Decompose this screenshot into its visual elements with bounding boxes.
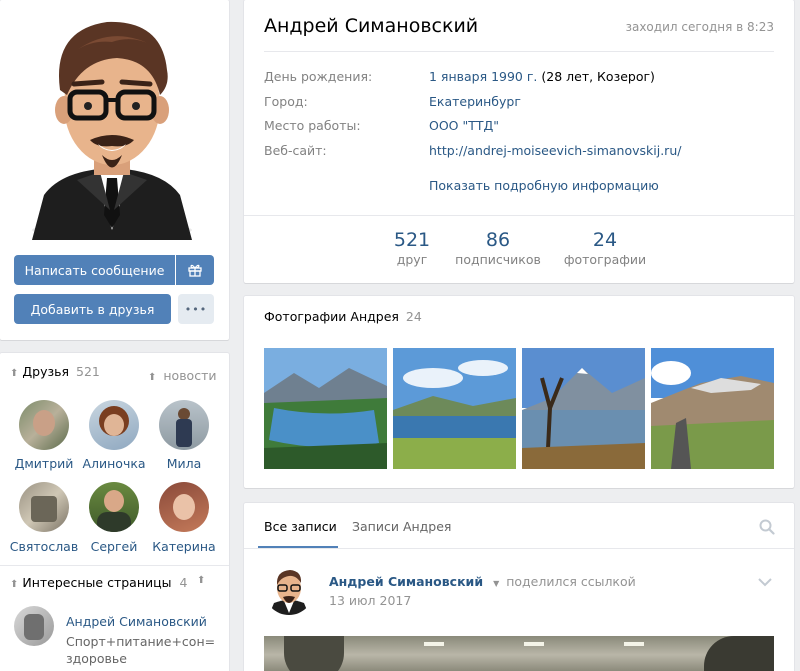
- friend-avatar-katerina[interactable]: [159, 482, 209, 532]
- friends-card: ⬆ Друзья 521 ⬆ новости Дмитрий Алиночка …: [0, 353, 229, 671]
- gift-button[interactable]: [176, 255, 214, 285]
- work-link[interactable]: ООО "ТТД": [429, 118, 499, 133]
- post-menu-chevron-icon[interactable]: [757, 575, 773, 590]
- post-author-link[interactable]: Андрей Симановский: [329, 574, 483, 589]
- friend-avatar-dmitry[interactable]: [19, 400, 69, 450]
- pages-header[interactable]: ⬆ Интересные страницы 4: [10, 575, 187, 590]
- counter-number: 521: [393, 229, 431, 251]
- friend-name-alinochka[interactable]: Алиночка: [77, 456, 151, 471]
- friend-name-sergey[interactable]: Сергей: [77, 539, 151, 554]
- friends-header[interactable]: ⬆ Друзья 521: [10, 364, 100, 379]
- info-key: Город:: [264, 94, 308, 109]
- page-description: Спорт+питание+сон=здоровье: [66, 634, 216, 666]
- post-header: Андрей Симановский ▼ поделился ссылкой: [329, 574, 636, 589]
- friend-avatar-svyatoslav[interactable]: [19, 482, 69, 532]
- info-key: Место работы:: [264, 118, 361, 133]
- photo-thumbnail[interactable]: [393, 348, 516, 469]
- divider: [244, 548, 794, 549]
- photo-thumbnail[interactable]: [651, 348, 774, 469]
- avatar-card: Написать сообщение Добавить в друзья •••: [0, 0, 229, 340]
- photo-thumbnail[interactable]: [264, 348, 387, 469]
- birthday-link[interactable]: 1 января 1990 г.: [429, 69, 537, 84]
- post-attachment-image[interactable]: [264, 636, 774, 671]
- photo-image: [522, 348, 645, 469]
- friend-name-mila[interactable]: Мила: [147, 456, 221, 471]
- divider: [0, 565, 229, 566]
- more-actions-button[interactable]: •••: [178, 294, 214, 324]
- friend-name-katerina[interactable]: Катерина: [147, 539, 221, 554]
- search-icon[interactable]: [759, 519, 775, 538]
- post-date[interactable]: 13 июл 2017: [329, 593, 411, 608]
- tab-all-posts[interactable]: Все записи: [264, 519, 337, 534]
- info-key: Веб-сайт:: [264, 143, 327, 158]
- photos-count: 24: [405, 309, 422, 324]
- info-key: День рождения:: [264, 69, 373, 84]
- photo-thumbnail[interactable]: [522, 348, 645, 469]
- pages-count: 4: [179, 575, 188, 590]
- tab-own-posts[interactable]: Записи Андрея: [352, 519, 451, 534]
- divider: [244, 215, 794, 216]
- add-friend-button[interactable]: Добавить в друзья: [14, 294, 171, 324]
- profile-info-card: Андрей Симановский заходил сегодня в 8:2…: [244, 0, 794, 283]
- counter-label: подписчиков: [455, 252, 541, 267]
- friends-news-label: новости: [163, 368, 217, 383]
- friends-news-link[interactable]: ⬆ новости: [148, 368, 217, 383]
- website-link[interactable]: http://andrej-moiseevich-simanovskij.ru/: [429, 143, 681, 158]
- friend-avatar-sergey[interactable]: [89, 482, 139, 532]
- dropdown-triangle-icon: ▼: [493, 579, 500, 588]
- photo-image: [393, 348, 516, 469]
- birthday-detail: (28 лет, Козерог): [537, 69, 655, 84]
- city-link[interactable]: Екатеринбург: [429, 94, 521, 109]
- photo-image: [651, 348, 774, 469]
- pages-title: Интересные страницы: [22, 575, 172, 590]
- avatar-illustration: [32, 21, 192, 240]
- divider: [264, 51, 774, 52]
- photo-image: [264, 348, 387, 469]
- photos-header[interactable]: Фотографии Андрея 24: [264, 309, 422, 324]
- arrow-up-icon: ⬆: [148, 372, 157, 383]
- counter-friends[interactable]: 521 друг: [362, 229, 462, 267]
- post-author-avatar[interactable]: [264, 565, 314, 615]
- collapse-arrow-icon: ⬆: [10, 368, 19, 379]
- info-value: 1 января 1990 г. (28 лет, Козерог): [429, 69, 655, 84]
- friend-avatar-mila[interactable]: [159, 400, 209, 450]
- counter-label: друг: [396, 252, 428, 267]
- counter-number: 86: [485, 229, 511, 251]
- wall-card: Все записи Записи Андрея Андрей Симановс…: [244, 503, 794, 671]
- friend-name-dmitry[interactable]: Дмитрий: [7, 456, 81, 471]
- friend-name-svyatoslav[interactable]: Святослав: [7, 539, 81, 554]
- friends-count: 521: [76, 364, 100, 379]
- collapse-arrow-icon: ⬆: [10, 579, 19, 590]
- pages-arrow-icon[interactable]: ⬆: [197, 575, 205, 586]
- counter-label: фотографии: [563, 252, 647, 267]
- show-more-info-link[interactable]: Показать подробную информацию: [429, 178, 659, 193]
- gift-icon: [188, 264, 202, 277]
- page-avatar[interactable]: [14, 606, 54, 646]
- counter-number: 24: [592, 229, 618, 251]
- page-name[interactable]: Андрей Симановский: [66, 614, 207, 629]
- last-seen-status: заходил сегодня в 8:23: [625, 20, 774, 34]
- write-message-button[interactable]: Написать сообщение: [14, 255, 175, 285]
- counter-followers[interactable]: 86 подписчиков: [448, 229, 548, 267]
- counter-photos[interactable]: 24 фотографии: [555, 229, 655, 267]
- photos-card: Фотографии Андрея 24: [244, 296, 794, 488]
- profile-name: Андрей Симановский: [264, 15, 479, 37]
- friend-avatar-alinochka[interactable]: [89, 400, 139, 450]
- post-action-text: поделился ссылкой: [506, 574, 636, 589]
- profile-avatar[interactable]: [22, 10, 202, 242]
- photos-title: Фотографии Андрея: [264, 309, 399, 324]
- friends-title: Друзья: [22, 364, 70, 379]
